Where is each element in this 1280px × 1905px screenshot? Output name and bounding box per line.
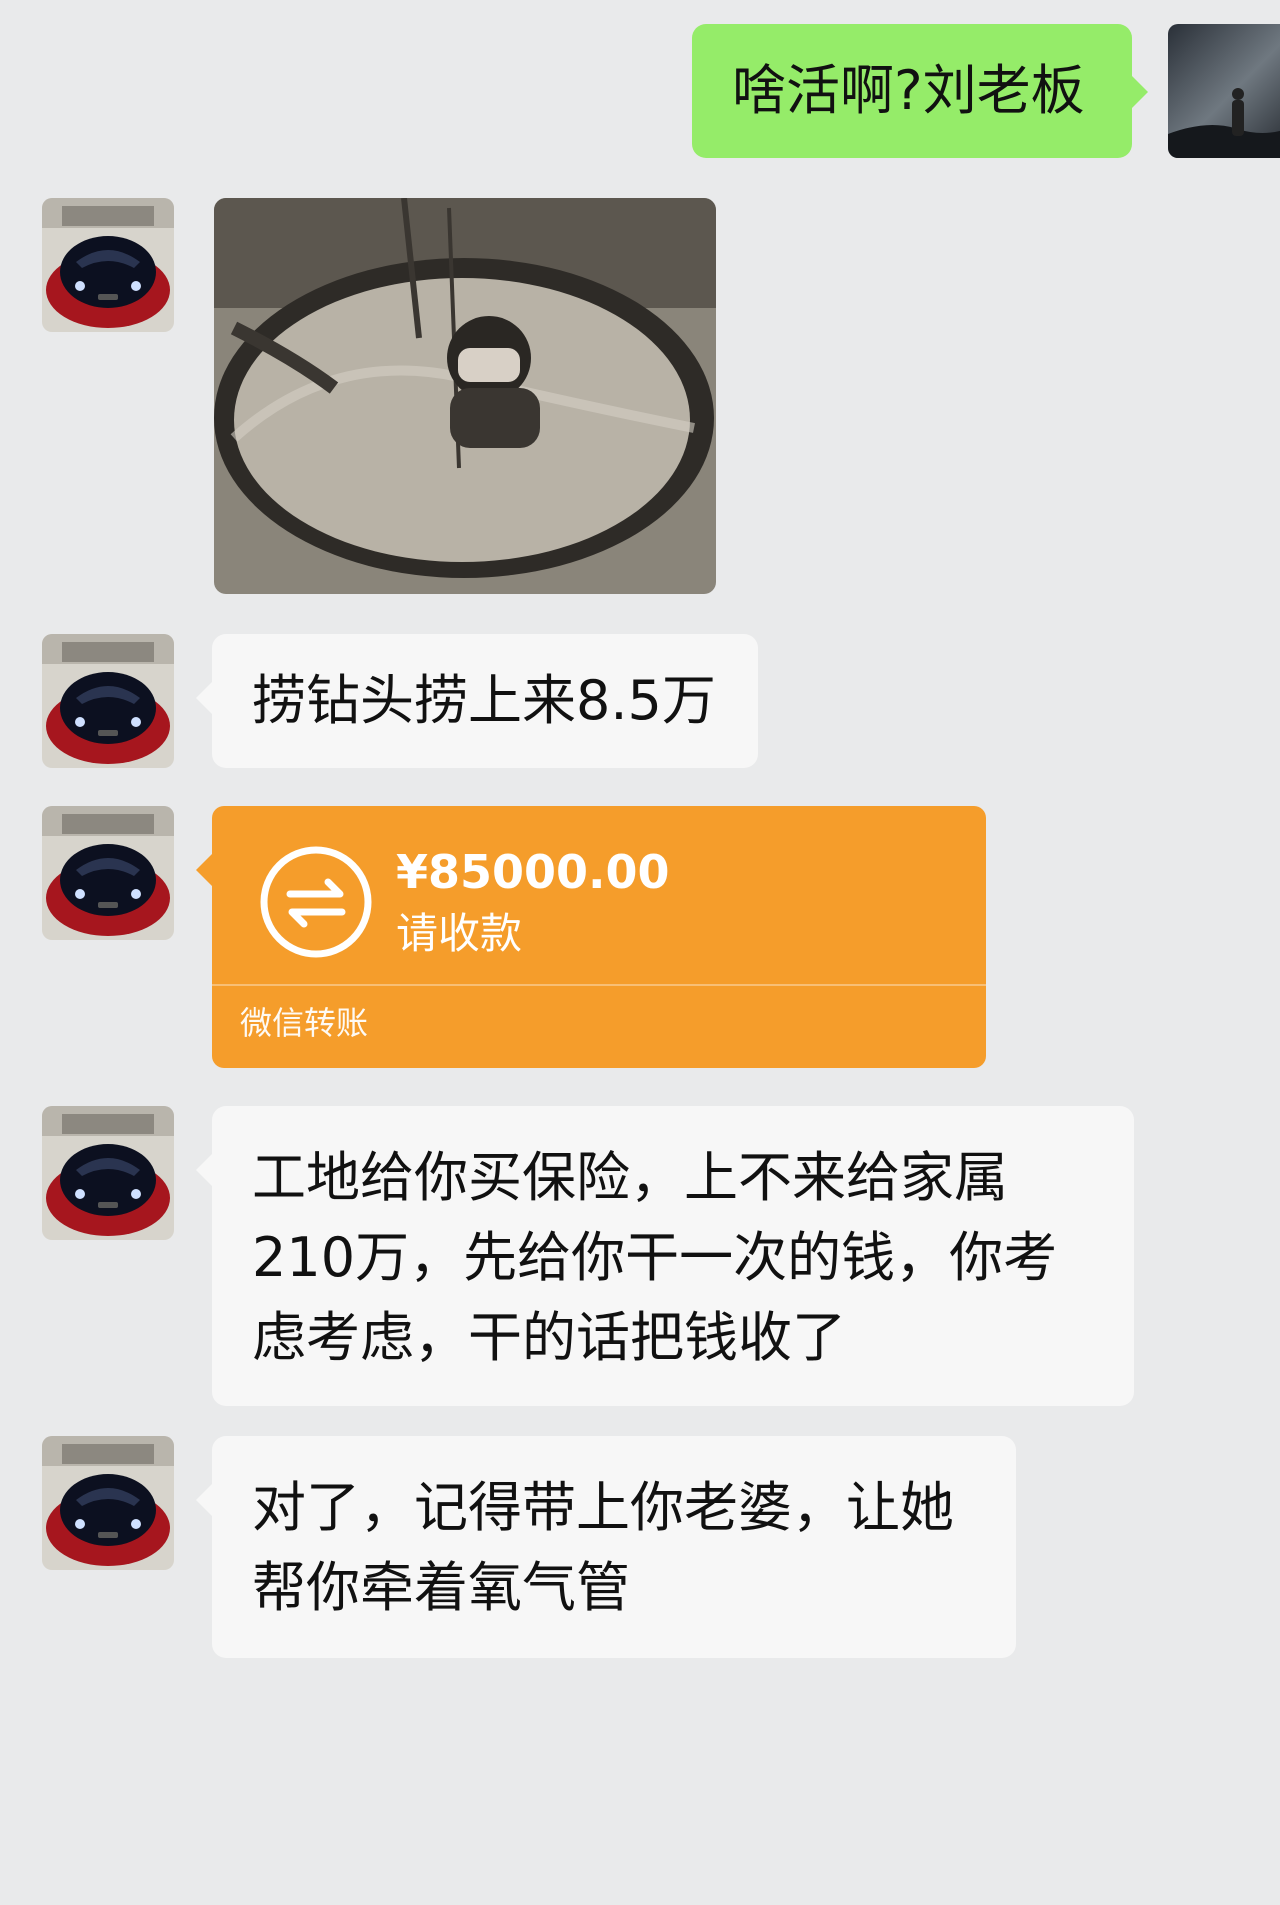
incoming-message-bubble[interactable]: 工地给你买保险，上不来给家属 210万，先给你干一次的钱，你考 虑考虑，干的话把… [196, 1106, 1134, 1406]
car-avatar-icon [42, 198, 174, 332]
incoming-message-line: 工地给你买保险，上不来给家属 [252, 1146, 1008, 1209]
transfer-footer: 微信转账 [240, 1004, 369, 1042]
outgoing-message-text: 啥活啊?刘老板 [732, 59, 1085, 122]
boss-avatar[interactable] [42, 806, 174, 940]
transfer-note: 请收款 [396, 909, 523, 958]
incoming-message-line: 虑考虑，干的话把钱收了 [252, 1306, 846, 1369]
boss-avatar[interactable] [42, 634, 174, 768]
incoming-message-bubble[interactable]: 对了，记得带上你老婆，让她 帮你牵着氧气管 [196, 1436, 1016, 1658]
car-avatar-icon [42, 806, 174, 940]
wechat-transfer-card[interactable]: ¥85000.00 请收款 微信转账 [196, 806, 986, 1068]
transfer-arrows-icon [260, 846, 372, 958]
person-avatar-icon [1168, 24, 1280, 158]
car-avatar-icon [42, 634, 174, 768]
diver-photo[interactable] [214, 198, 716, 594]
outgoing-message-bubble[interactable]: 啥活啊?刘老板 [692, 24, 1148, 158]
boss-avatar[interactable] [42, 1436, 174, 1570]
car-avatar-icon [42, 1106, 174, 1240]
incoming-message-bubble[interactable]: 捞钻头捞上来8.5万 [196, 634, 758, 768]
boss-avatar[interactable] [42, 198, 174, 332]
diver-photo-image [214, 198, 716, 594]
incoming-message-line: 帮你牵着氧气管 [252, 1556, 630, 1619]
incoming-message-line: 对了，记得带上你老婆，让她 [252, 1476, 954, 1539]
my-avatar[interactable] [1168, 24, 1280, 158]
transfer-amount: ¥85000.00 [396, 845, 670, 899]
transfer-divider [212, 984, 986, 986]
incoming-message-line: 210万，先给你干一次的钱，你考 [252, 1226, 1058, 1289]
incoming-message-text: 捞钻头捞上来8.5万 [252, 669, 716, 732]
car-avatar-icon [42, 1436, 174, 1570]
boss-avatar[interactable] [42, 1106, 174, 1240]
